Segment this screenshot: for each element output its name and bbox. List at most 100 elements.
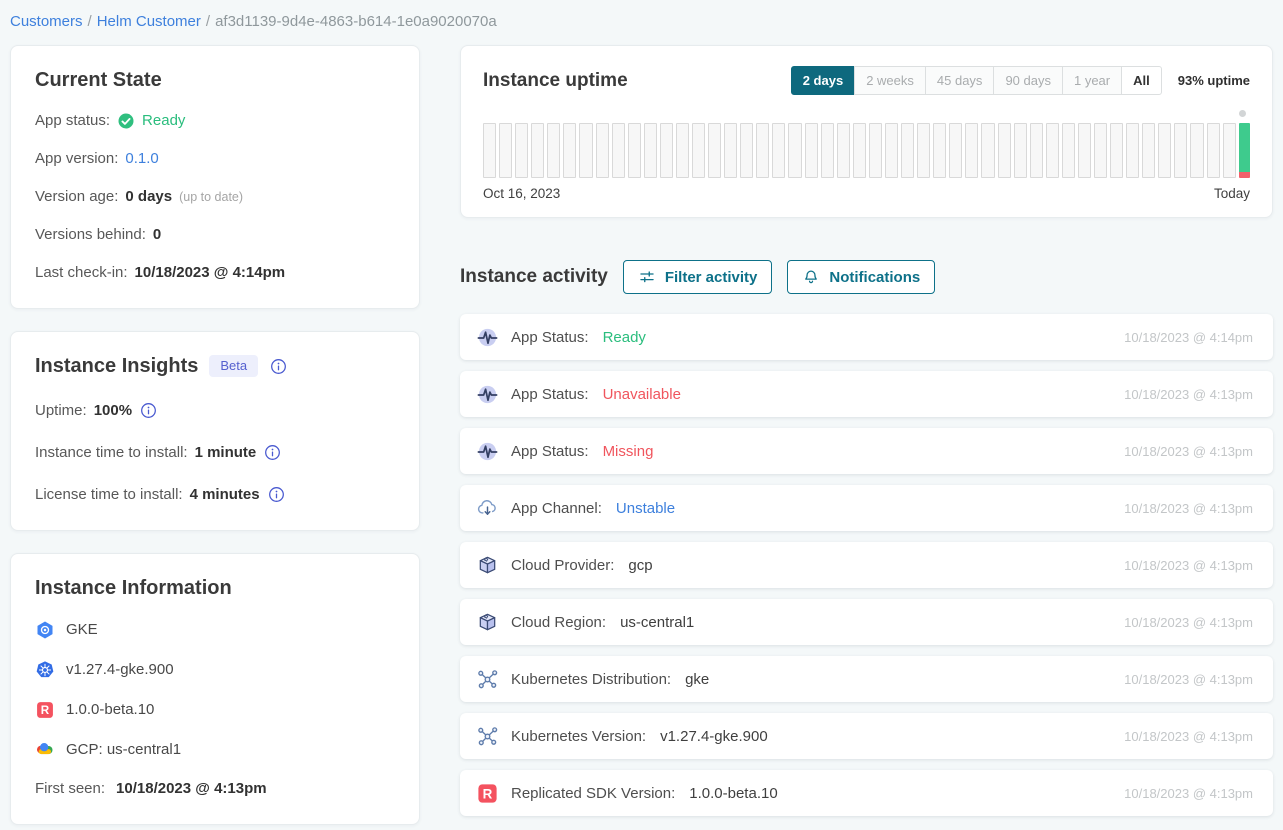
uptime-bar[interactable]	[1046, 123, 1059, 178]
uptime-bar[interactable]	[579, 123, 592, 178]
activity-label: Kubernetes Version:	[511, 728, 646, 745]
uptime-bar[interactable]	[1239, 123, 1250, 178]
uptime-bar[interactable]	[724, 123, 737, 178]
app-status-value: Ready	[142, 112, 185, 130]
info-icon[interactable]	[263, 443, 282, 462]
k8s-version-value: v1.27.4-gke.900	[66, 661, 174, 679]
uptime-bar[interactable]	[821, 123, 834, 178]
page: { "breadcrumb": { "separator": "/", "ite…	[0, 0, 1283, 830]
breadcrumb-customers-link[interactable]: Customers	[10, 13, 83, 30]
instance-insights-title: Instance Insights	[35, 354, 198, 378]
uptime-bar[interactable]	[676, 123, 689, 178]
info-icon[interactable]	[267, 485, 286, 504]
uptime-bar[interactable]	[1158, 123, 1171, 178]
uptime-bar[interactable]	[483, 123, 496, 178]
uptime-bar[interactable]	[949, 123, 962, 178]
uptime-bar[interactable]	[869, 123, 882, 178]
uptime-bar[interactable]	[965, 123, 978, 178]
activity-value: gke	[685, 671, 709, 688]
version-age-row: Version age: 0 days (up to date)	[35, 188, 395, 206]
license-install-label: License time to install:	[35, 486, 183, 504]
sliders-icon	[638, 268, 656, 286]
uptime-bar[interactable]	[1174, 123, 1187, 178]
activity-value: us-central1	[620, 614, 694, 631]
uptime-bar[interactable]	[788, 123, 801, 178]
uptime-bar[interactable]	[1110, 123, 1123, 178]
uptime-bar[interactable]	[917, 123, 930, 178]
range-button-90-days[interactable]: 90 days	[993, 66, 1063, 95]
info-icon[interactable]	[269, 357, 288, 376]
beta-badge: Beta	[209, 355, 258, 377]
info-icon[interactable]	[139, 401, 158, 420]
uptime-bar[interactable]	[1126, 123, 1139, 178]
uptime-bar[interactable]	[885, 123, 898, 178]
uptime-bar[interactable]	[772, 123, 785, 178]
activity-value: Unavailable	[603, 386, 681, 403]
uptime-bar[interactable]	[596, 123, 609, 178]
range-button-1-year[interactable]: 1 year	[1062, 66, 1122, 95]
uptime-insight-value: 100%	[94, 402, 132, 420]
uptime-bar[interactable]	[612, 123, 625, 178]
uptime-bar[interactable]	[740, 123, 753, 178]
app-status-row: App status: Ready	[35, 112, 395, 130]
notifications-label: Notifications	[829, 269, 920, 286]
uptime-bar[interactable]	[531, 123, 544, 178]
uptime-bar[interactable]	[1014, 123, 1027, 178]
uptime-bar[interactable]	[805, 123, 818, 178]
range-button-2-days[interactable]: 2 days	[791, 66, 855, 95]
instance-install-row: Instance time to install: 1 minute	[35, 443, 395, 462]
notifications-button[interactable]: Notifications	[787, 260, 935, 294]
uptime-bar[interactable]	[708, 123, 721, 178]
first-seen-value: 10/18/2023 @ 4:13pm	[116, 780, 267, 798]
uptime-bar[interactable]	[901, 123, 914, 178]
chart-marker-dot	[1239, 110, 1246, 117]
activity-label: Cloud Region:	[511, 614, 606, 631]
instance-install-label: Instance time to install:	[35, 444, 188, 462]
uptime-bar[interactable]	[1190, 123, 1203, 178]
instance-activity-title: Instance activity	[460, 266, 608, 288]
uptime-bar[interactable]	[1078, 123, 1091, 178]
uptime-bar[interactable]	[756, 123, 769, 178]
version-age-note: (up to date)	[179, 188, 243, 206]
replicated-icon	[476, 782, 499, 805]
filter-activity-label: Filter activity	[665, 269, 758, 286]
uptime-bar[interactable]	[628, 123, 641, 178]
breadcrumb-separator: /	[206, 13, 210, 30]
uptime-bar[interactable]	[853, 123, 866, 178]
uptime-bar[interactable]	[563, 123, 576, 178]
breadcrumb-customer-link[interactable]: Helm Customer	[97, 13, 201, 30]
package-icon	[476, 611, 499, 634]
activity-value: Ready	[603, 329, 646, 346]
uptime-bar[interactable]	[1030, 123, 1043, 178]
uptime-bar[interactable]	[547, 123, 560, 178]
uptime-bar[interactable]	[1062, 123, 1075, 178]
range-button-2-weeks[interactable]: 2 weeks	[854, 66, 926, 95]
activity-value-link[interactable]: Unstable	[616, 500, 675, 517]
versions-behind-value: 0	[153, 226, 161, 244]
uptime-bar[interactable]	[981, 123, 994, 178]
nodes-icon	[476, 725, 499, 748]
filter-activity-button[interactable]: Filter activity	[623, 260, 773, 294]
range-button-45-days[interactable]: 45 days	[925, 66, 995, 95]
activity-row: Replicated SDK Version: 1.0.0-beta.10 10…	[460, 770, 1273, 816]
instance-insights-card: Instance Insights Beta Uptime: 100% Inst…	[10, 331, 420, 531]
uptime-bar[interactable]	[933, 123, 946, 178]
uptime-bar[interactable]	[644, 123, 657, 178]
uptime-bar[interactable]	[1094, 123, 1107, 178]
uptime-bar[interactable]	[692, 123, 705, 178]
uptime-bar[interactable]	[499, 123, 512, 178]
uptime-bar[interactable]	[1207, 123, 1220, 178]
distribution-row: GKE	[35, 620, 395, 640]
axis-end-label: Today	[1214, 186, 1250, 201]
uptime-bar[interactable]	[660, 123, 673, 178]
uptime-range-group: 2 days 2 weeks 45 days 90 days 1 year Al…	[791, 66, 1162, 95]
uptime-bar[interactable]	[515, 123, 528, 178]
gke-icon	[35, 620, 55, 640]
left-column: Current State App status: Ready App vers…	[10, 45, 420, 825]
uptime-bar[interactable]	[1223, 123, 1236, 178]
range-button-all[interactable]: All	[1121, 66, 1162, 95]
uptime-bar[interactable]	[998, 123, 1011, 178]
uptime-bar[interactable]	[1142, 123, 1155, 178]
app-version-link[interactable]: 0.1.0	[125, 150, 158, 168]
uptime-bar[interactable]	[837, 123, 850, 178]
